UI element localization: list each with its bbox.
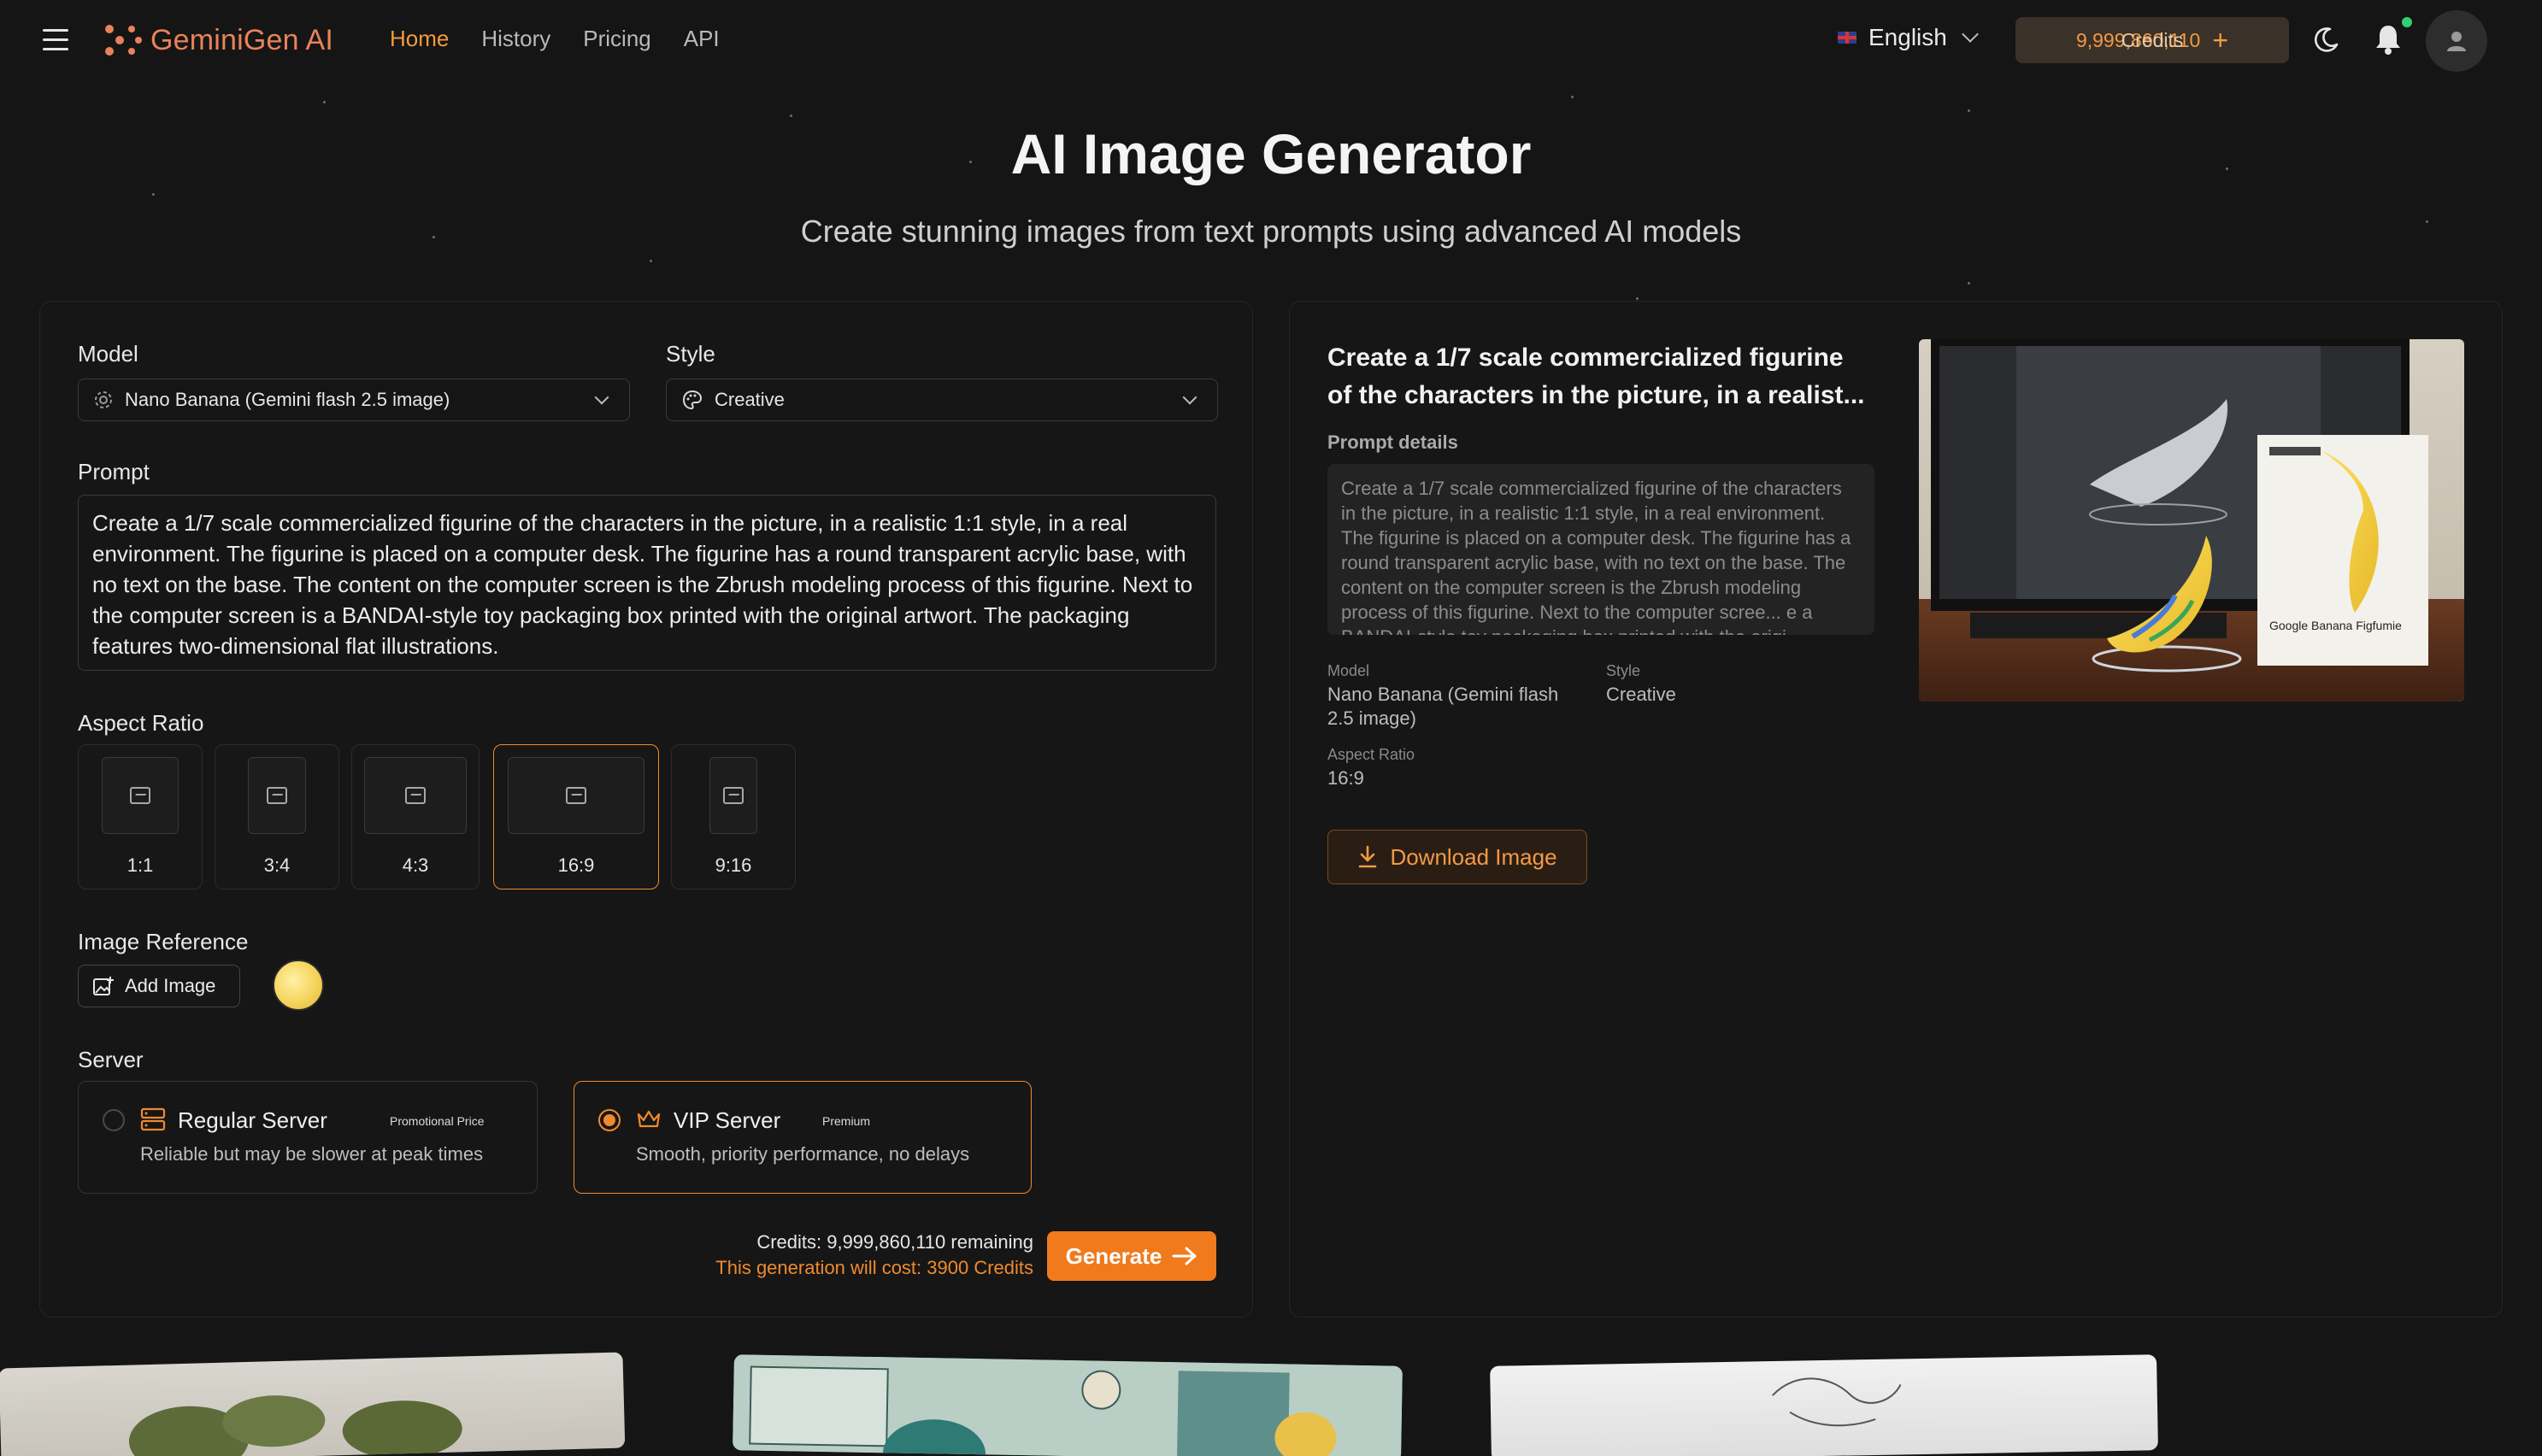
gallery-image-leaves (128, 1395, 462, 1456)
generated-image-art: Google Banana Figfumie (1919, 339, 2464, 702)
aspect-option-1-1[interactable]: 1:1 (78, 744, 203, 889)
prompt-details-text: Create a 1/7 scale commercialized figuri… (1327, 464, 1874, 635)
aspect-option-label: 9:16 (715, 854, 752, 876)
gear-icon (95, 391, 112, 408)
language-selector[interactable]: English (1838, 24, 1979, 51)
menu-icon[interactable] (43, 29, 68, 51)
palette-icon (682, 390, 703, 410)
aspect-option-label: 1:1 (127, 854, 154, 876)
image-icon (102, 757, 179, 834)
generate-button[interactable]: Generate (1047, 1231, 1216, 1281)
credits-label: Credits (2121, 28, 2184, 51)
model-label: Model (78, 341, 138, 367)
prompt-details-label: Prompt details (1327, 432, 1458, 453)
image-icon (709, 757, 757, 834)
regular-server-title: Regular Server (178, 1107, 327, 1133)
regular-server-badge: Promotional Price (390, 1114, 485, 1128)
image-icon (508, 757, 644, 834)
chevron-down-icon (1961, 26, 1979, 43)
result-panel: Create a 1/7 scale commercialized figuri… (1289, 301, 2503, 1318)
crown-icon (637, 1110, 661, 1128)
meta-aspect-value: 16:9 (1327, 767, 1364, 789)
chevron-down-icon (594, 390, 609, 405)
top-navbar: GeminiGen AI Home History Pricing API En… (0, 0, 2542, 82)
aspect-option-9-16[interactable]: 9:16 (671, 744, 796, 889)
aspect-option-4-3[interactable]: 4:3 (351, 744, 480, 889)
aspect-option-label: 3:4 (263, 854, 291, 876)
vip-server-radio[interactable] (598, 1109, 621, 1131)
add-image-label: Add Image (125, 975, 216, 996)
result-title: Create a 1/7 scale commercialized figuri… (1327, 343, 1865, 409)
nav-pricing[interactable]: Pricing (583, 26, 650, 52)
nav-home[interactable]: Home (390, 26, 449, 52)
server-icon (140, 1107, 166, 1131)
style-label: Style (666, 341, 715, 367)
model-select[interactable]: Nano Banana (Gemini flash 2.5 image) (78, 379, 630, 421)
aspect-option-label: 16:9 (557, 854, 595, 876)
model-select-value: Nano Banana (Gemini flash 2.5 image) (125, 389, 450, 410)
arrow-right-icon (1172, 1247, 1197, 1265)
credits-button[interactable]: 9,999,860,110 Credits + (2015, 17, 2289, 63)
aspect-option-label: 4:3 (402, 854, 429, 876)
page-subtitle: Create stunning images from text prompts… (800, 214, 1742, 249)
page-title: AI Image Generator (1010, 122, 1532, 185)
server-label: Server (78, 1047, 144, 1072)
download-icon (1359, 845, 1377, 868)
aspect-option-16-9[interactable]: 16:9 (493, 744, 659, 889)
server-option-vip[interactable]: VIP Server Premium Smooth, priority perf… (574, 1081, 1032, 1194)
server-option-regular[interactable]: Regular Server Promotional Price Reliabl… (78, 1081, 538, 1194)
reference-image-thumbnail[interactable] (273, 960, 324, 1011)
box-label-text: Google Banana Figfumie (2269, 619, 2402, 632)
image-icon (248, 757, 306, 834)
credits-remaining: Credits: 9,999,860,110 remaining (756, 1231, 1033, 1253)
aspect-ratio-label: Aspect Ratio (78, 710, 204, 736)
style-select-value: Creative (715, 389, 785, 410)
gallery-image-dragon-sketch (1772, 1377, 1902, 1427)
main-nav: Home History Pricing API (390, 26, 720, 52)
prompt-textarea[interactable]: Create a 1/7 scale commercialized figuri… (78, 495, 1216, 671)
brand-name: GeminiGen AI (150, 23, 334, 56)
bell-icon[interactable] (2373, 22, 2404, 56)
aspect-option-3-4[interactable]: 3:4 (215, 744, 339, 889)
gallery-card-1[interactable] (0, 1352, 626, 1456)
logo-icon (105, 25, 142, 56)
regular-server-desc: Reliable but may be slower at peak times (140, 1143, 484, 1165)
avatar[interactable] (2426, 10, 2487, 72)
plus-icon: + (2212, 25, 2229, 56)
vip-server-title: VIP Server (674, 1107, 781, 1133)
meta-aspect-key: Aspect Ratio (1327, 746, 1415, 763)
brand-logo[interactable]: GeminiGen AI (101, 21, 333, 60)
style-select[interactable]: Creative (666, 379, 1218, 421)
meta-model-key: Model (1327, 662, 1370, 679)
image-reference-label: Image Reference (78, 929, 249, 954)
moon-icon[interactable] (2311, 26, 2340, 55)
generator-form-panel: Model Nano Banana (Gemini flash 2.5 imag… (39, 301, 1253, 1318)
meta-style-value: Creative (1606, 684, 1676, 705)
gallery-image-illustration (733, 1354, 1403, 1456)
vip-server-badge: Premium (822, 1114, 871, 1128)
gallery-card-2[interactable] (733, 1354, 1403, 1456)
generation-cost: This generation will cost: 3900 Credits (715, 1257, 1033, 1278)
language-label: English (1868, 24, 1947, 50)
gallery-card-3[interactable] (1490, 1354, 2158, 1456)
meta-model-value: Nano Banana (Gemini flash 2.5 image) (1327, 684, 1559, 729)
generation-cost-info: Credits: 9,999,860,110 remaining This ge… (715, 1231, 1033, 1279)
vip-server-desc: Smooth, priority performance, no delays (636, 1143, 970, 1165)
regular-server-radio[interactable] (103, 1109, 125, 1131)
generate-label: Generate (1065, 1242, 1162, 1269)
add-image-icon (93, 977, 114, 995)
uk-flag-icon (1838, 32, 1856, 44)
download-image-button[interactable]: Download Image (1327, 830, 1587, 884)
nav-history[interactable]: History (481, 26, 550, 52)
prompt-label: Prompt (78, 459, 150, 484)
nav-api[interactable]: API (684, 26, 720, 52)
chevron-down-icon (1182, 390, 1197, 405)
generated-image[interactable]: Google Banana Figfumie (1919, 339, 2464, 702)
download-label: Download Image (1390, 843, 1557, 870)
image-icon (364, 757, 467, 834)
user-icon (2447, 32, 2466, 51)
meta-style-key: Style (1606, 662, 1641, 679)
add-image-button[interactable]: Add Image (78, 965, 240, 1007)
notification-dot (2402, 17, 2412, 27)
